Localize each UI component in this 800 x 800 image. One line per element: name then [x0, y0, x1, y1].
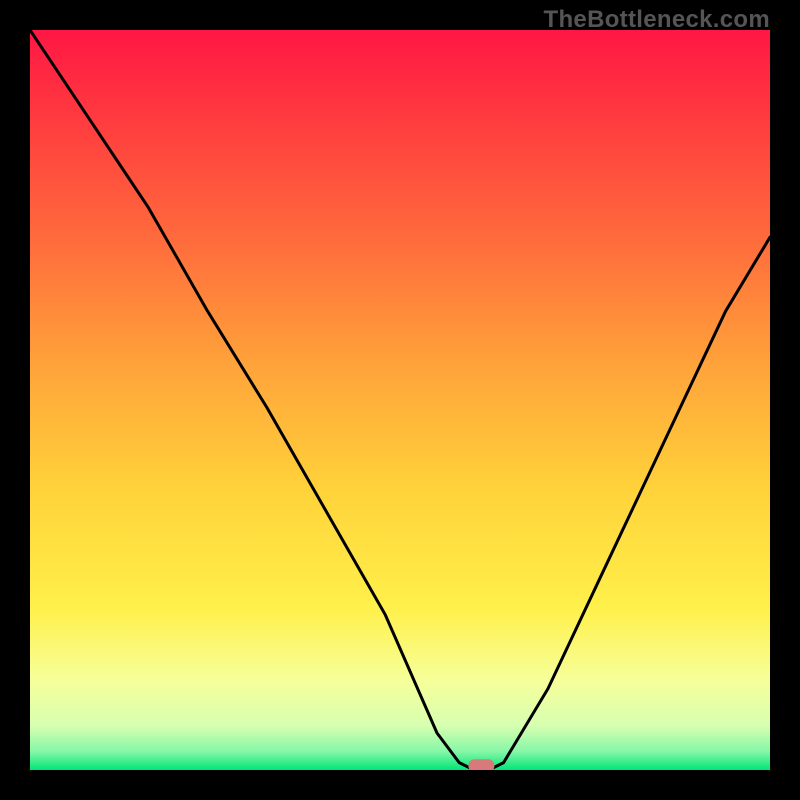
optimal-marker: [468, 759, 494, 770]
chart-svg: [30, 30, 770, 770]
chart-frame: TheBottleneck.com: [0, 0, 800, 800]
plot-area: [30, 30, 770, 770]
gradient-background: [30, 30, 770, 770]
